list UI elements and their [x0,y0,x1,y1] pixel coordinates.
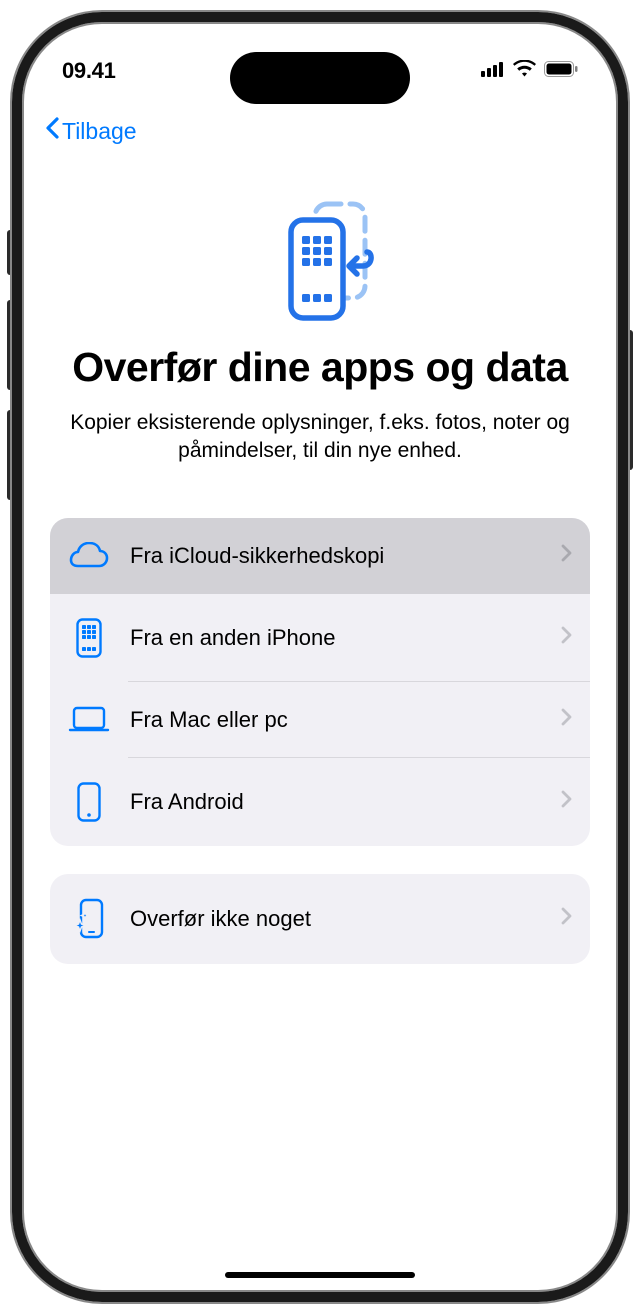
option-dont-transfer[interactable]: Overfør ikke noget [50,874,590,964]
status-icons [481,60,578,82]
option-label: Fra Mac eller pc [130,707,541,733]
chevron-right-icon [561,907,572,930]
iphone-grid-icon [68,618,110,658]
chevron-right-icon [561,708,572,731]
phone-screen: 09.41 [22,22,618,1292]
option-group-sources: Fra iCloud-sikkerhedskopi [50,518,590,846]
option-group-skip: Overfør ikke noget [50,874,590,964]
back-button[interactable]: Tilbage [44,116,137,146]
option-icloud-backup[interactable]: Fra iCloud-sikkerhedskopi [50,518,590,594]
wifi-icon [513,60,536,82]
option-another-iphone[interactable]: Fra en anden iPhone [50,594,590,682]
transfer-icon [52,194,588,324]
chevron-left-icon [44,116,60,146]
phone-sparkle-icon [68,898,110,940]
battery-icon [544,61,578,82]
option-label: Fra en anden iPhone [130,625,541,651]
page-title: Overfør dine apps og data [52,344,588,391]
page-subtitle: Kopier eksisterende oplysninger, f.eks. … [52,409,588,466]
option-mac-pc[interactable]: Fra Mac eller pc [50,682,590,758]
option-android[interactable]: Fra Android [50,758,590,846]
cellular-icon [481,61,505,82]
phone-blank-icon [68,782,110,822]
chevron-right-icon [561,790,572,813]
status-time: 09.41 [62,58,116,84]
option-label: Fra iCloud-sikkerhedskopi [130,543,541,569]
home-indicator [225,1272,415,1278]
chevron-right-icon [561,544,572,567]
option-label: Overfør ikke noget [130,906,541,932]
chevron-right-icon [561,626,572,649]
dynamic-island [230,52,410,104]
laptop-icon [68,706,110,734]
cloud-icon [68,542,110,570]
hero-section: Overfør dine apps og data Kopier eksiste… [22,154,618,466]
option-label: Fra Android [130,789,541,815]
options-section: Fra iCloud-sikkerhedskopi [22,466,618,964]
back-label: Tilbage [62,118,137,145]
